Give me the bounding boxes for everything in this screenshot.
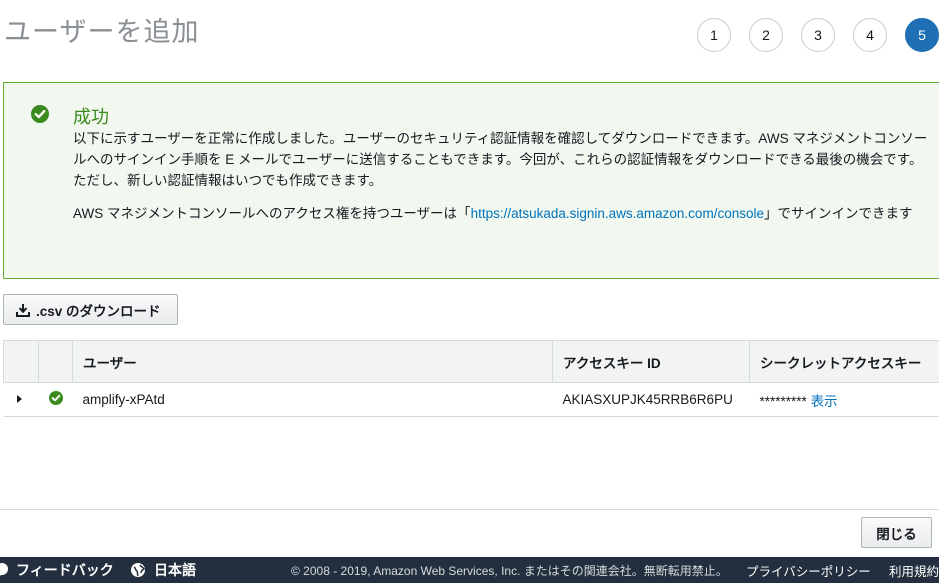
users-table: ユーザー アクセスキー ID シークレットアクセスキー amplify-xPAt… — [3, 340, 939, 417]
feedback-link[interactable]: フィードバック — [0, 560, 114, 580]
console-signin-link[interactable]: https://atsukada.signin.aws.amazon.com/c… — [471, 206, 764, 221]
footer-divider — [0, 509, 939, 510]
table-header-row: ユーザー アクセスキー ID シークレットアクセスキー — [3, 340, 939, 383]
header-secret-access-key[interactable]: シークレットアクセスキー — [749, 340, 939, 383]
language-selector[interactable]: 日本語 — [130, 560, 196, 580]
wizard-steps: 1 2 3 4 5 — [697, 18, 939, 52]
alert-paragraph-2: AWS マネジメントコンソールへのアクセス権を持つユーザーは「https://a… — [73, 203, 933, 224]
show-secret-link[interactable]: 表示 — [811, 394, 838, 409]
user-name-cell: amplify-xPAtd — [72, 382, 553, 417]
site-footer: フィードバック 日本語 © 2008 - 2019, Amazon Web Se… — [0, 557, 939, 583]
alert-paragraph-1: 以下に示すユーザーを正常に作成しました。ユーザーのセキュリティ認証情報を確認して… — [73, 131, 928, 188]
secret-key-cell: ********* 表示 — [749, 382, 939, 417]
header-status — [38, 340, 73, 383]
header-expand — [3, 340, 39, 383]
status-cell — [38, 382, 73, 417]
secret-masked-value: ********* — [759, 393, 807, 409]
check-circle-icon — [31, 105, 49, 123]
alert-title: 成功 — [73, 107, 109, 127]
download-csv-button[interactable]: .csv のダウンロード — [3, 294, 178, 325]
globe-icon — [131, 563, 146, 577]
alert-paragraph-2-prefix: AWS マネジメントコンソールへのアクセス権を持つユーザーは「 — [73, 206, 471, 221]
privacy-policy-link[interactable]: プライバシーポリシー — [746, 561, 871, 580]
header-user[interactable]: ユーザー — [72, 340, 553, 383]
download-icon — [16, 303, 30, 317]
page-title: ユーザーを追加 — [4, 17, 200, 47]
copyright-text: © 2008 - 2019, Amazon Web Services, Inc.… — [291, 563, 728, 578]
language-label: 日本語 — [154, 562, 196, 578]
step-3[interactable]: 3 — [801, 18, 835, 52]
caret-right-icon[interactable] — [14, 394, 24, 404]
download-csv-label: .csv のダウンロード — [36, 303, 161, 319]
alert-body: 以下に示すユーザーを正常に作成しました。ユーザーのセキュリティ認証情報を確認して… — [73, 128, 933, 224]
alert-paragraph-2-suffix: 」でサインインできます — [763, 206, 913, 221]
step-4[interactable]: 4 — [853, 18, 887, 52]
step-5[interactable]: 5 — [905, 18, 939, 52]
header-access-key-id[interactable]: アクセスキー ID — [552, 340, 750, 383]
feedback-icon — [0, 563, 8, 576]
step-2[interactable]: 2 — [749, 18, 783, 52]
step-1[interactable]: 1 — [697, 18, 731, 52]
table-row: amplify-xPAtd AKIASXUPJK45RRB6R6PU *****… — [3, 382, 939, 417]
access-key-id-cell: AKIASXUPJK45RRB6R6PU — [552, 382, 750, 417]
close-button[interactable]: 閉じる — [861, 517, 932, 548]
expand-cell[interactable] — [3, 382, 39, 417]
terms-link[interactable]: 利用規約 — [889, 561, 939, 580]
check-circle-icon — [48, 391, 63, 405]
feedback-label: フィードバック — [16, 562, 114, 578]
success-alert: 成功 以下に示すユーザーを正常に作成しました。ユーザーのセキュリティ認証情報を確… — [3, 82, 939, 279]
